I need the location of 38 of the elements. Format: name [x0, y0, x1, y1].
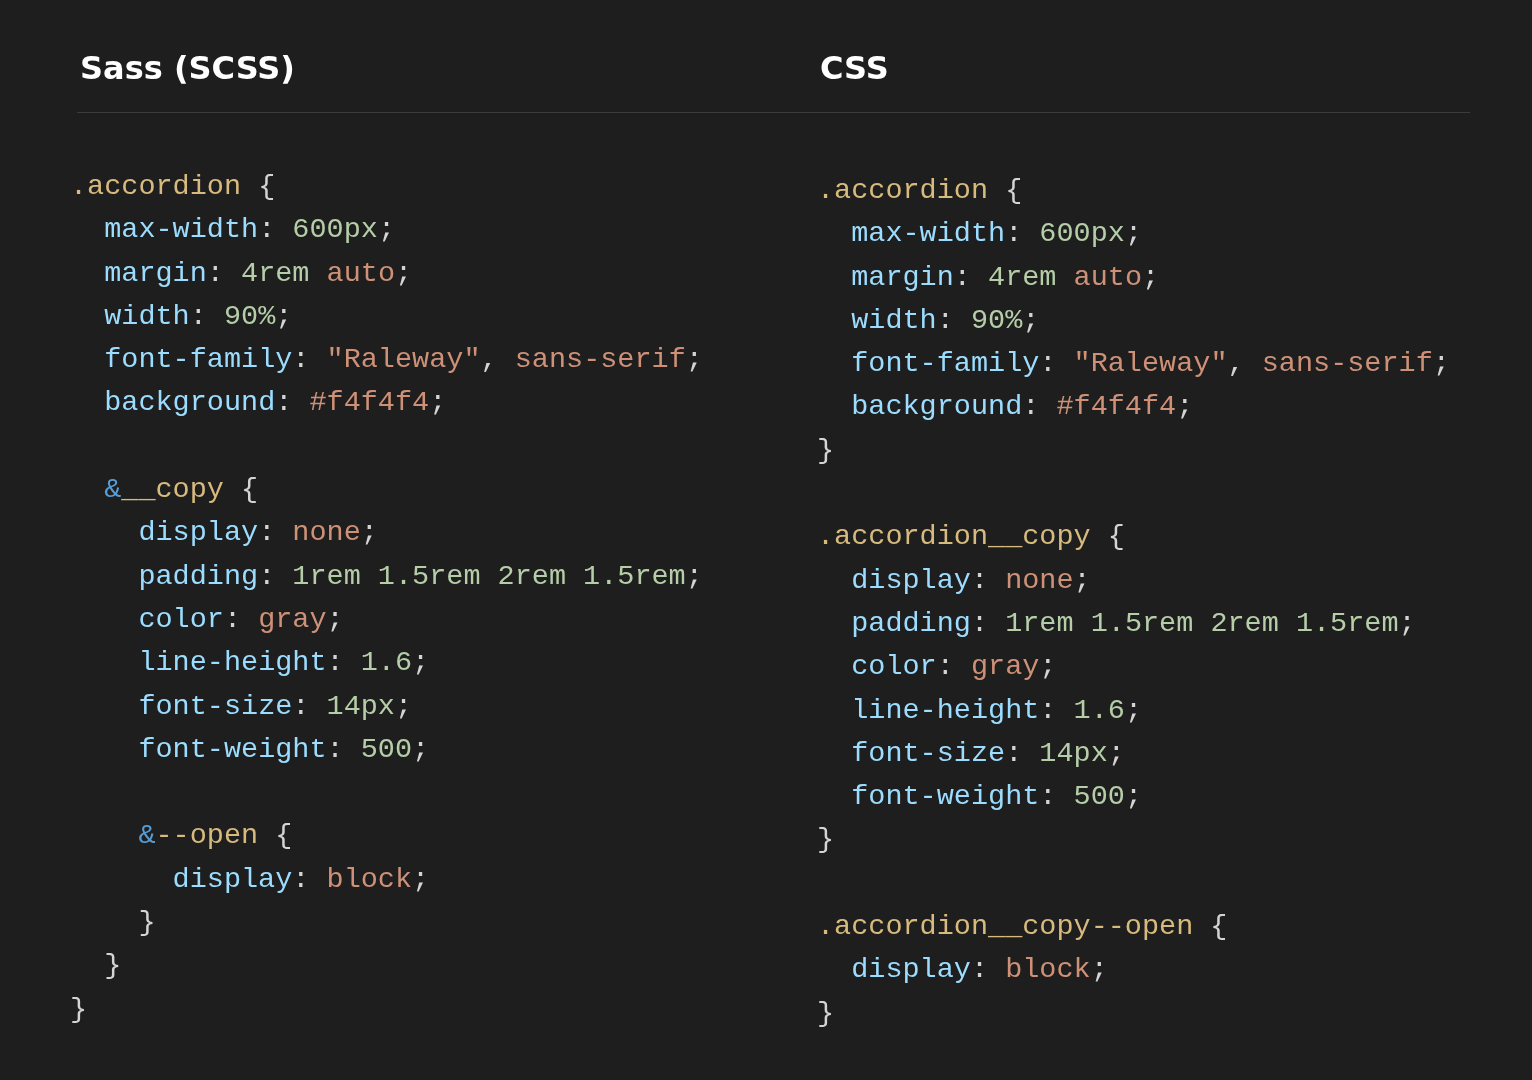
code-line: .accordion__copy--open {: [817, 909, 1228, 946]
code-line: padding: 1rem 1.5rem 2rem 1.5rem;: [138, 558, 703, 595]
code-line: max-width: 600px;: [104, 212, 395, 249]
code-line: font-size: 14px;: [138, 688, 413, 725]
code-line: .accordion {: [70, 169, 276, 205]
code-line: line-height: 1.6;: [851, 692, 1142, 729]
column-heading: CSS: [819, 48, 890, 89]
code-line: font-family: "Raleway", sans-serif;: [851, 346, 1450, 383]
code-line: width: 90%;: [851, 302, 1040, 339]
code-line: &--open {: [138, 818, 293, 855]
code-line: display: none;: [851, 562, 1091, 599]
code-line: max-width: 600px;: [851, 216, 1142, 253]
code-line: background: #f4f4f4;: [851, 389, 1194, 426]
code-line: font-size: 14px;: [851, 735, 1125, 772]
code-line: }: [104, 948, 122, 985]
code-line: .accordion {: [817, 173, 1023, 209]
code-line: width: 90%;: [104, 298, 293, 335]
code-line: margin: 4rem auto;: [851, 259, 1160, 296]
code-line: }: [817, 432, 835, 469]
code-line: .accordion__copy {: [817, 519, 1125, 556]
code-line: padding: 1rem 1.5rem 2rem 1.5rem;: [851, 605, 1416, 642]
code-line: color: gray;: [138, 601, 344, 638]
code-line: line-height: 1.6;: [138, 645, 430, 682]
code-line: color: gray;: [851, 649, 1057, 686]
code-line: }: [70, 991, 88, 1028]
code-line: }: [817, 822, 835, 859]
code-line: &__copy {: [104, 472, 259, 509]
code-line: display: block;: [172, 861, 430, 898]
code-line: display: none;: [138, 515, 378, 552]
code-line: }: [817, 995, 835, 1032]
code-line: }: [138, 905, 156, 942]
code-line: font-weight: 500;: [138, 731, 430, 768]
code-line: display: block;: [851, 952, 1108, 989]
code-line: font-family: "Raleway", sans-serif;: [104, 342, 703, 379]
column-heading: Sass (SCSS): [79, 48, 296, 89]
code-line: font-weight: 500;: [851, 779, 1142, 816]
code-line: margin: 4rem auto;: [104, 255, 413, 292]
code-line: background: #f4f4f4;: [104, 385, 447, 422]
